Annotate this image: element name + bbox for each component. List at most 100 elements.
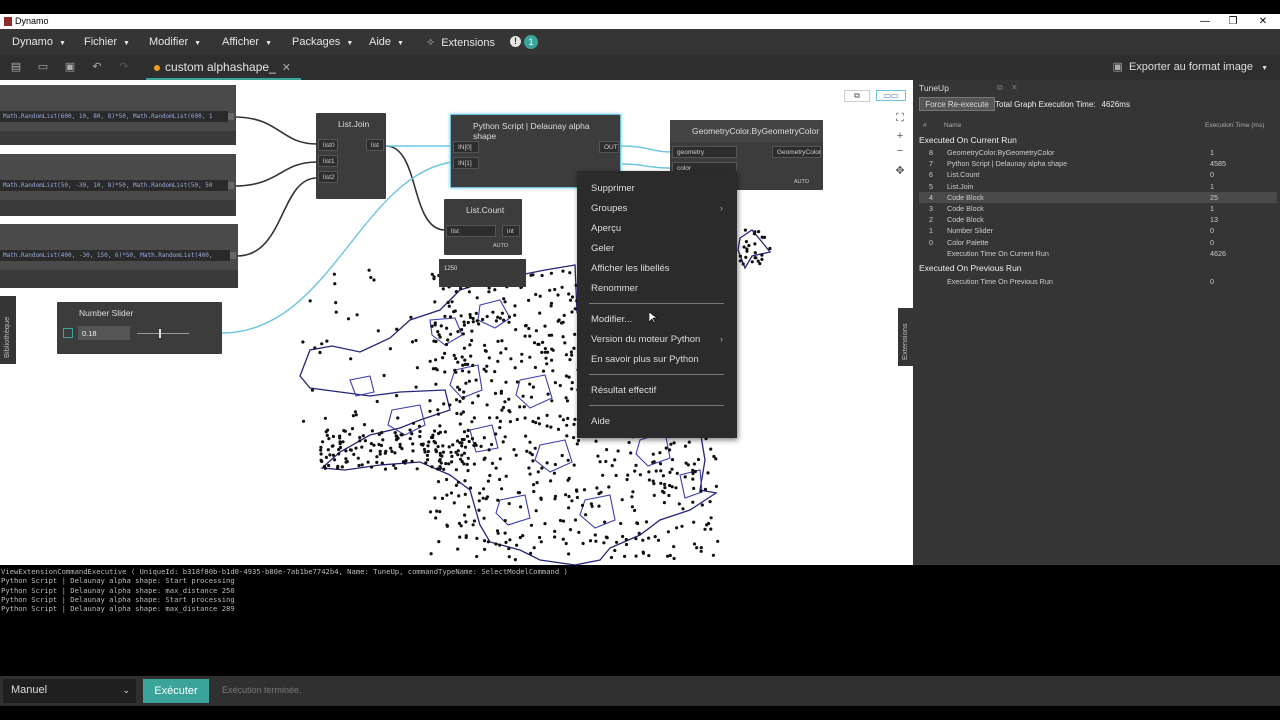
menu-dynamo[interactable]: Dynamo ▼ (12, 36, 66, 48)
workspace-tab[interactable]: custom alphashape_ ✕ (146, 55, 301, 80)
geometry-point (428, 409, 432, 413)
output-port[interactable] (230, 252, 236, 259)
tuneup-row[interactable]: Execution Time On Current Run 4626 (919, 248, 1277, 259)
close-panel-icon[interactable]: ✕ (1011, 83, 1018, 92)
run-button[interactable]: Exécuter (143, 679, 209, 703)
input-port-list2[interactable]: list2 (318, 171, 338, 183)
output-port-geometrycolor[interactable]: GeometryColor (772, 146, 821, 158)
ctx-en-savoir-plus[interactable]: En savoir plus sur Python (591, 354, 699, 365)
graph-canvas[interactable]: Math.RandomList(600, 10, 80, 8)*50, Math… (0, 80, 913, 565)
menu-fichier[interactable]: Fichier ▼ (84, 36, 130, 48)
output-port-list[interactable]: list (366, 139, 384, 151)
input-port-in0[interactable]: IN[0] (453, 141, 479, 153)
output-port-out[interactable]: OUT (599, 141, 619, 153)
library-side-tab[interactable]: Bibliothèque (0, 296, 16, 364)
tuneup-row[interactable]: Execution Time On Previous Run 0 (919, 276, 1277, 287)
zoom-fit-icon[interactable]: ⛶ (893, 112, 907, 125)
ctx-apercu[interactable]: Aperçu (591, 223, 621, 234)
ctx-afficher-libelles[interactable]: Afficher les libellés (591, 263, 670, 274)
slider-thumb[interactable] (159, 329, 161, 338)
output-port-int[interactable]: int (502, 225, 520, 237)
geometry-point (461, 363, 465, 367)
tuneup-row[interactable]: 4 Code Block 25 (919, 191, 1277, 203)
geometry-point (462, 323, 466, 327)
notification-badge[interactable]: 1 (524, 35, 538, 49)
extensions-side-tab[interactable]: Extensions (898, 308, 913, 366)
code-block-text[interactable]: Math.RandomList(600, 10, 80, 8)*50, Math… (0, 111, 228, 122)
geometry-point (378, 452, 382, 456)
zoom-in-icon[interactable]: + (893, 130, 907, 142)
tuneup-row[interactable]: 8 GeometryColor.ByGeometryColor 1 (919, 147, 1277, 158)
geometry-point (348, 432, 352, 436)
code-block-text[interactable]: Math.RandomList(400, -30, 150, 6)*50, Ma… (0, 250, 230, 261)
maximize-button[interactable]: ❐ (1218, 14, 1248, 29)
ctx-geler[interactable]: Geler (591, 243, 614, 254)
export-image-button[interactable]: ▣ Exporter au format image ▼ (1113, 60, 1268, 73)
ctx-modifier[interactable]: Modifier... (591, 314, 632, 325)
ctx-resultat-effectif[interactable]: Résultat effectif (591, 385, 656, 396)
tuneup-row[interactable]: 1 Number Slider 0 (919, 225, 1277, 236)
tuneup-row[interactable]: 7 Python Script | Delaunay alpha shape 458… (919, 158, 1277, 169)
geometry-point (516, 491, 521, 495)
geometry-point (375, 455, 379, 459)
col-header-time[interactable]: Execution Time (ms) (1205, 122, 1264, 129)
input-port-list1[interactable]: list1 (318, 155, 338, 167)
geometry-point (666, 530, 671, 534)
open-folder-icon[interactable]: ▭ (36, 60, 50, 74)
geometry-point (481, 317, 485, 322)
force-reexecute-button[interactable]: Force Re-execute (919, 97, 995, 111)
ctx-aide[interactable]: Aide (591, 416, 610, 427)
number-slider-node[interactable]: Number Slider 0.18 (57, 302, 222, 354)
redo-icon[interactable]: ↷ (117, 60, 131, 74)
zoom-out-icon[interactable]: − (893, 145, 907, 157)
new-file-icon[interactable]: ▤ (9, 60, 23, 74)
alert-icon[interactable]: ! (510, 36, 521, 47)
code-block-text[interactable]: Math.RandomList(50, -30, 10, 8)*50, Math… (0, 180, 228, 191)
list-join-node[interactable]: List.Join list0 list1 list2 list (316, 113, 386, 199)
ctx-groupes[interactable]: Groupes (591, 203, 627, 214)
ctx-renommer[interactable]: Renommer (591, 283, 638, 294)
expand-icon[interactable] (63, 328, 73, 338)
graph-view-icon[interactable]: ▭▭ (876, 90, 906, 101)
geometry-point (524, 434, 528, 438)
undo-icon[interactable]: ↶ (90, 60, 104, 74)
menu-aide[interactable]: Aide ▼ (369, 36, 404, 48)
pan-icon[interactable]: ✥ (893, 164, 907, 177)
input-port-list0[interactable]: list0 (318, 139, 338, 151)
tuneup-row[interactable]: 5 List.Join 1 (919, 181, 1277, 192)
save-icon[interactable]: ▣ (63, 60, 77, 74)
tuneup-row[interactable]: 6 List.Count 0 (919, 169, 1277, 180)
input-port-list[interactable]: list (446, 225, 496, 237)
input-port-in1[interactable]: IN[1] (453, 157, 479, 169)
code-block-node[interactable]: Math.RandomList(400, -30, 150, 6)*50, Ma… (0, 224, 238, 288)
minimize-button[interactable]: — (1190, 14, 1220, 29)
col-header-num[interactable]: # (923, 122, 927, 129)
menu-packages[interactable]: Packages ▼ (292, 36, 353, 48)
geometry-point (624, 542, 629, 547)
tuneup-row[interactable]: 2 Code Block 13 (919, 214, 1277, 225)
output-port[interactable] (228, 182, 234, 189)
output-port[interactable] (228, 113, 234, 120)
ctx-supprimer[interactable]: Supprimer (591, 183, 635, 194)
tuneup-row[interactable]: 0 Color Palette 0 (919, 237, 1277, 248)
code-block-node[interactable]: Math.RandomList(600, 10, 80, 8)*50, Math… (0, 85, 236, 145)
slider-track[interactable] (137, 333, 189, 334)
list-count-node[interactable]: List.Count list int AUTO (444, 199, 522, 255)
geometry-point (531, 459, 535, 463)
undock-icon[interactable]: ⧉ (997, 83, 1003, 93)
code-block-node[interactable]: Math.RandomList(50, -30, 10, 8)*50, Math… (0, 154, 236, 216)
slider-value-field[interactable]: 0.18 (78, 326, 130, 340)
geometry-point (534, 509, 538, 513)
menu-extensions[interactable]: ✧ Extensions (426, 36, 495, 49)
run-mode-select[interactable]: Manuel ⌄ (3, 679, 136, 703)
close-window-button[interactable]: ✕ (1248, 14, 1278, 29)
geometry-view-icon[interactable]: ⧉ (844, 90, 870, 102)
menu-modifier[interactable]: Modifier ▼ (149, 36, 201, 48)
close-tab-icon[interactable]: ✕ (282, 62, 291, 74)
geometry-point (342, 429, 346, 433)
ctx-version-moteur-python[interactable]: Version du moteur Python (591, 334, 700, 345)
input-port-geometry[interactable]: geometry (672, 146, 737, 158)
tuneup-row[interactable]: 3 Code Block 1 (919, 203, 1277, 214)
col-header-name[interactable]: Name (944, 122, 961, 129)
menu-afficher[interactable]: Afficher ▼ (222, 36, 272, 48)
